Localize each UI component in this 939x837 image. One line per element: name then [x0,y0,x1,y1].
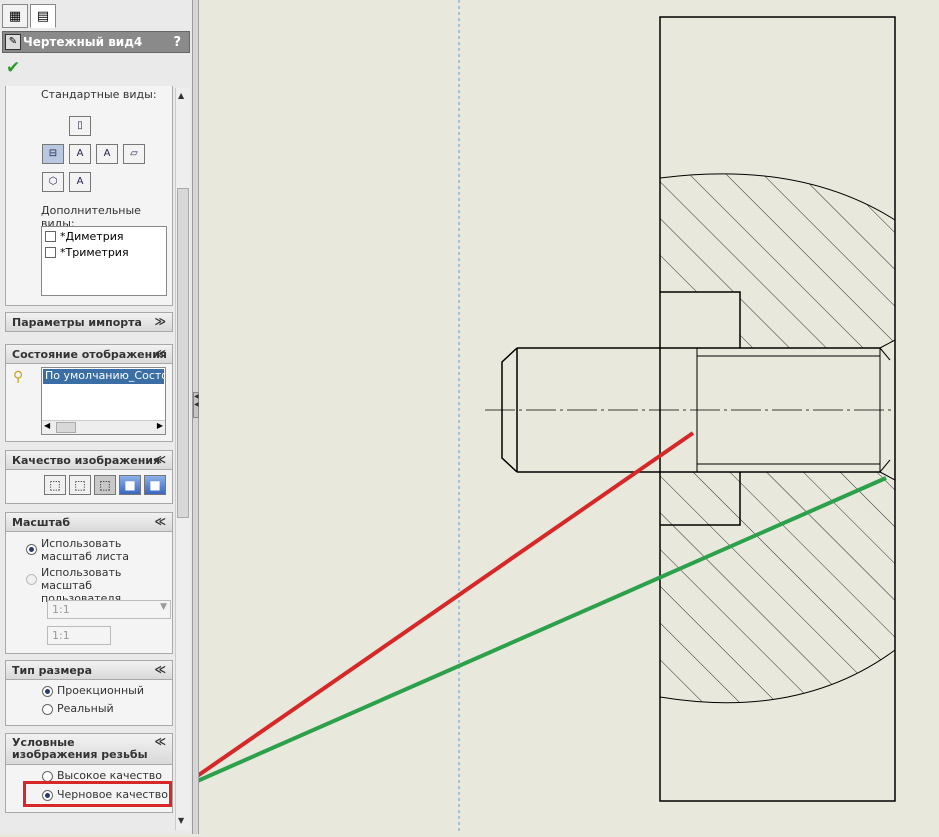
scroll-up-icon[interactable]: ▲ [178,91,184,100]
red-pointer-line [175,431,695,792]
trimetric-checkbox[interactable] [45,247,56,258]
list-hscrollbar[interactable]: ◀ ▶ [42,420,165,434]
display-state-item[interactable]: По умолчанию_Состоян [43,369,164,384]
projected-label: Проекционный [57,684,144,697]
view-left-button[interactable]: ▱ [123,144,145,164]
scale-field-value: 1:1 [52,629,70,642]
display-state-icon: ⚲ [13,369,24,385]
additional-views-list[interactable]: *Диметрия *Триметрия [41,226,167,296]
scale-header[interactable]: Масштаб ≪ [5,512,173,532]
scale-field[interactable]: 1:1 [47,626,111,645]
display-state-header[interactable]: Состояние отображения ≪ [5,344,173,364]
true-label: Реальный [57,702,114,715]
panel-tabs: ▦ ▤ [2,4,191,28]
dim-type-header[interactable]: Тип размера ≪ [5,660,173,680]
thread-header[interactable]: Условные изображения резьбы ≪ [5,733,173,765]
view-right-button[interactable]: A [96,144,118,164]
view-top-button[interactable]: A [69,144,91,164]
import-params-header[interactable]: Параметры импорта ≫ [5,312,173,332]
image-quality-label: Качество изображения [12,454,161,467]
drawing-svg [175,0,896,834]
true-radio[interactable] [42,704,53,715]
view-isometric-button[interactable]: ⬡ [42,172,64,192]
image-quality-header[interactable]: Качество изображения ≪ [5,450,173,470]
section-hatch [660,173,895,703]
scale-combo-value: 1:1 [52,603,70,616]
ok-button[interactable]: ✔ [6,58,20,78]
property-manager-panel: ▦ ▤ ✎ Чертежный вид4 ? ✔ ▲ ▼ Стандартные… [0,0,193,834]
shaded-with-edges-button[interactable]: ■ [119,475,141,495]
scale-sheet-label: Использовать масштаб листа [41,537,129,563]
display-state-body: ⚲ По умолчанию_Состоян ◀ ▶ [5,364,173,442]
drawing-canvas[interactable] [175,0,939,834]
collapse-icon: ≪ [154,515,166,528]
import-params-label: Параметры импорта [12,316,142,329]
display-state-list[interactable]: По умолчанию_Состоян ◀ ▶ [41,367,166,435]
panel-title: Чертежный вид4 [23,35,143,49]
scroll-left-icon[interactable]: ◀ [44,421,50,430]
dim-type-body: Проекционный Реальный [5,680,173,726]
property-manager-icon[interactable]: ▤ [30,4,56,28]
scale-combo[interactable]: 1:1 ▼ [47,600,171,619]
wireframe-button[interactable]: ⬚ [44,475,66,495]
panel-scrollbar[interactable]: ▲ ▼ [175,88,190,830]
drawing-view-icon: ✎ [5,34,21,50]
hidden-lines-removed-button[interactable]: ⬚ [94,475,116,495]
collapse-icon: ≪ [154,663,166,676]
standard-views-label: Стандартные виды: [41,88,157,101]
view-palette-icon[interactable]: ▦ [2,4,28,28]
thread-label: Условные изображения резьбы [12,736,148,761]
scale-sheet-radio[interactable] [26,544,37,555]
image-quality-body: ⬚ ⬚ ⬚ ■ ■ [5,470,173,504]
draft-quality-highlight [23,781,172,807]
collapse-icon: ≪ [154,453,166,466]
scale-label: Масштаб [12,516,71,529]
scroll-down-icon[interactable]: ▼ [178,816,184,825]
panel-titlebar: ✎ Чертежный вид4 ? [2,31,190,53]
help-button[interactable]: ? [173,35,181,50]
orientation-section: Стандартные виды: ▯ ⊟ A A ▱ ⬡ A Дополнит… [5,86,173,306]
dimetric-label: *Диметрия [60,230,124,243]
chevron-down-icon: ▼ [160,602,167,612]
trimetric-label: *Триметрия [60,246,129,259]
scale-user-radio[interactable] [26,574,37,585]
display-state-label: Состояние отображения [12,348,167,361]
counterbore-top [660,291,741,348]
view-bottom-button[interactable]: A [69,172,91,192]
list-hscroll-thumb[interactable] [56,422,76,433]
view-back-button[interactable]: ▯ [69,116,91,136]
projected-radio[interactable] [42,686,53,697]
dim-type-label: Тип размера [12,664,93,677]
collapse-icon: ≪ [154,347,166,360]
scroll-right-icon[interactable]: ▶ [157,421,163,430]
hidden-lines-visible-button[interactable]: ⬚ [69,475,91,495]
collapse-icon: ≪ [154,735,166,748]
expand-icon: ≫ [154,315,166,328]
dimetric-checkbox[interactable] [45,231,56,242]
scale-body: Использовать масштаб листа Использовать … [5,532,173,654]
view-front-button[interactable]: ⊟ [42,144,64,164]
scroll-thumb[interactable] [177,188,189,518]
shaded-button[interactable]: ■ [144,475,166,495]
